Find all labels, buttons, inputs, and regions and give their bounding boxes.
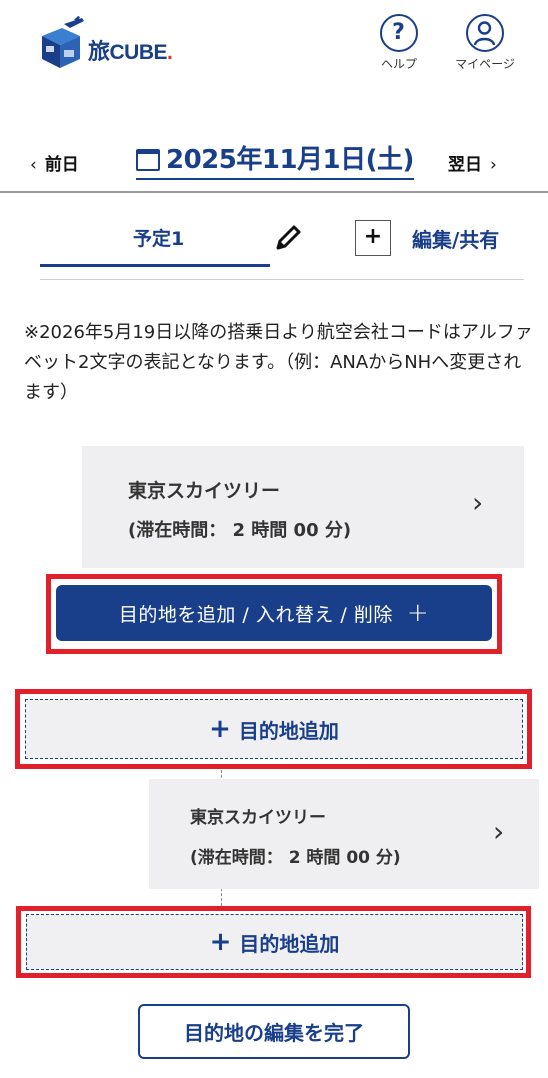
add-destination-button[interactable]: + 目的地追加	[26, 914, 523, 970]
add-replace-delete-button[interactable]: 目的地を追加 / 入れ替え / 削除 +	[56, 585, 492, 641]
finish-edit-button[interactable]: 目的地の編集を完了	[138, 1004, 410, 1059]
add-destination-button[interactable]: + 目的地追加	[25, 699, 523, 759]
calendar-icon	[136, 149, 160, 171]
edit-share-link[interactable]: 編集/共有	[412, 224, 499, 253]
active-tab-indicator	[40, 264, 270, 267]
next-day-link[interactable]: 翌日 ›	[448, 150, 497, 175]
chevron-right-icon: ›	[493, 815, 505, 848]
chevron-left-icon: ‹	[30, 155, 37, 175]
add-replace-delete-label: 目的地を追加 / 入れ替え / 削除	[118, 603, 393, 626]
prev-day-label: 前日	[44, 155, 79, 175]
mypage-button[interactable]: マイページ	[450, 14, 520, 72]
stay-duration: (滞在時間： 2 時間 00 分)	[128, 520, 352, 541]
stay-duration: (滞在時間： 2 時間 00 分)	[190, 848, 401, 868]
add-destination-label: 目的地追加	[239, 931, 340, 956]
next-day-label: 翌日	[448, 155, 482, 175]
tab-bar-divider	[40, 279, 524, 280]
destination-name: 東京スカイツリー	[128, 480, 281, 502]
prev-day-link[interactable]: ‹ 前日	[30, 150, 79, 175]
date-picker[interactable]: 2025年11月1日(土)	[136, 142, 414, 180]
current-date: 2025年11月1日(土)	[166, 145, 414, 175]
user-icon	[466, 14, 504, 52]
destination-card[interactable]: 東京スカイツリー (滞在時間： 2 時間 00 分) ›	[82, 446, 524, 568]
tab-plan-1[interactable]: 予定1	[133, 224, 184, 251]
chevron-right-icon: ›	[490, 155, 497, 175]
help-label: ヘルプ	[380, 57, 417, 71]
edit-pencil-icon[interactable]	[272, 222, 304, 254]
add-plan-button[interactable]: +	[355, 220, 391, 256]
airline-code-notice: ※2026年5月19日以降の搭乗日より航空会社コードはアルファベット2文字の表記…	[24, 322, 533, 403]
chevron-right-icon: ›	[472, 486, 484, 519]
plus-icon: +	[209, 714, 231, 744]
mypage-label: マイページ	[455, 57, 515, 71]
plus-icon: +	[209, 927, 232, 957]
plus-icon: +	[406, 598, 430, 628]
header-divider	[0, 191, 548, 193]
destination-card[interactable]: 東京スカイツリー (滞在時間： 2 時間 00 分) ›	[149, 779, 539, 889]
help-button[interactable]: ? ヘルプ	[364, 14, 434, 72]
logo-wordmark: 旅CUBE.	[88, 39, 173, 64]
question-icon: ?	[380, 14, 418, 52]
destination-name: 東京スカイツリー	[190, 808, 326, 828]
app-logo[interactable]: 旅CUBE.	[34, 16, 204, 72]
add-destination-label: 目的地追加	[238, 718, 339, 743]
cube-plane-logo-icon	[34, 16, 86, 72]
